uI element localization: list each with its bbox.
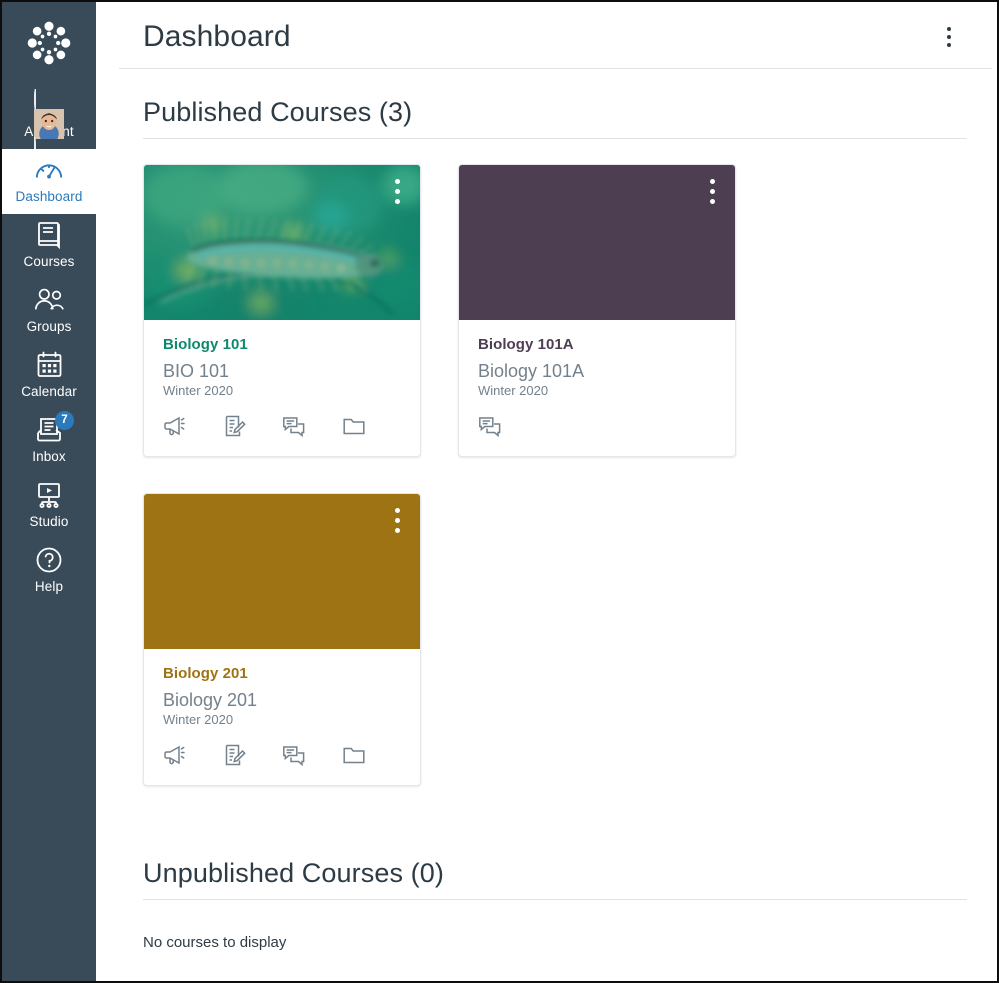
kebab-dot xyxy=(710,199,715,204)
course-term: Winter 2020 xyxy=(163,712,234,727)
calendar-icon xyxy=(36,351,63,381)
course-card-options-button[interactable] xyxy=(710,179,715,204)
course-title-link[interactable]: Biology 201 xyxy=(163,665,401,682)
announcements-icon[interactable] xyxy=(163,412,223,440)
kebab-dot xyxy=(395,508,400,513)
course-card-header[interactable] xyxy=(144,165,420,320)
discussions-icon[interactable] xyxy=(282,741,342,769)
course-code: BIO 101 xyxy=(163,361,230,381)
published-courses-heading: Published Courses (3) xyxy=(143,97,967,139)
inbox-unread-badge: 7 xyxy=(55,411,74,430)
sidebar-item-account[interactable]: Account xyxy=(2,84,96,158)
sidebar-item-groups[interactable]: Groups xyxy=(2,279,96,344)
global-navigation-sidebar: Account Dashboard xyxy=(2,2,96,981)
sidebar-item-label: Inbox xyxy=(32,449,66,464)
kebab-dot xyxy=(395,179,400,184)
sidebar-item-inbox[interactable]: 7 Inbox xyxy=(2,409,96,474)
course-card[interactable]: Biology 101A Biology 101A Winter 2020 xyxy=(458,164,736,457)
kebab-dot xyxy=(395,528,400,533)
files-icon[interactable] xyxy=(342,412,402,440)
course-code: Biology 201 xyxy=(163,690,258,710)
sidebar-item-label: Studio xyxy=(29,514,69,529)
unpublished-courses-section: Unpublished Courses (0) No courses to di… xyxy=(143,858,967,951)
page-title: Dashboard xyxy=(143,20,291,53)
page-header: Dashboard xyxy=(119,2,992,69)
sidebar-item-label: Courses xyxy=(23,254,75,269)
course-card-actions xyxy=(144,727,420,785)
kebab-dot xyxy=(395,199,400,204)
avatar xyxy=(34,89,64,158)
sidebar-item-dashboard[interactable]: Dashboard xyxy=(2,149,96,214)
help-question-icon xyxy=(35,546,63,576)
sidebar-item-calendar[interactable]: Calendar xyxy=(2,344,96,409)
studio-screen-icon xyxy=(35,481,63,511)
sidebar-item-help[interactable]: Help xyxy=(2,539,96,604)
discussions-icon[interactable] xyxy=(478,412,546,440)
sidebar-item-label: Help xyxy=(34,579,64,594)
unpublished-empty-message: No courses to display xyxy=(143,934,287,951)
kebab-menu-icon[interactable] xyxy=(936,22,962,52)
course-card-body: Biology 201 Biology 201 Winter 2020 xyxy=(144,649,420,727)
files-icon[interactable] xyxy=(342,741,402,769)
groups-people-icon xyxy=(33,286,65,316)
assignments-icon[interactable] xyxy=(223,741,283,769)
assignments-icon[interactable] xyxy=(223,412,283,440)
course-code: Biology 101A xyxy=(478,361,585,381)
sidebar-item-studio[interactable]: Studio xyxy=(2,474,96,539)
kebab-dot xyxy=(947,27,951,31)
canvas-dashboard-window: Account Dashboard xyxy=(0,0,999,983)
course-card[interactable]: Biology 101 BIO 101 Winter 2020 xyxy=(143,164,421,457)
course-card-body: Biology 101A Biology 101A Winter 2020 xyxy=(459,320,735,398)
sidebar-item-label: Calendar xyxy=(21,384,77,399)
kebab-dot xyxy=(947,35,951,39)
dashboard-body: Published Courses (3) Biology 101 BIO 10… xyxy=(96,97,997,951)
dashboard-gauge-icon xyxy=(34,156,64,186)
kebab-dot xyxy=(395,518,400,523)
course-card-body: Biology 101 BIO 101 Winter 2020 xyxy=(144,320,420,398)
kebab-dot xyxy=(395,189,400,194)
kebab-dot xyxy=(947,43,951,47)
course-card-actions xyxy=(144,398,420,456)
kebab-dot xyxy=(710,189,715,194)
unpublished-courses-heading: Unpublished Courses (0) xyxy=(143,858,967,900)
discussions-icon[interactable] xyxy=(282,412,342,440)
course-card-options-button[interactable] xyxy=(395,508,400,533)
course-title-link[interactable]: Biology 101A xyxy=(478,336,716,353)
course-term: Winter 2020 xyxy=(478,383,549,398)
courses-book-icon xyxy=(36,221,62,251)
course-card[interactable]: Biology 201 Biology 201 Winter 2020 xyxy=(143,493,421,786)
course-card-header[interactable] xyxy=(459,165,735,320)
course-term: Winter 2020 xyxy=(163,383,234,398)
course-card-actions xyxy=(459,398,735,456)
published-courses-grid: Biology 101 BIO 101 Winter 2020 Biology … xyxy=(143,164,967,786)
course-card-header[interactable] xyxy=(144,494,420,649)
sidebar-item-label: Groups xyxy=(26,319,72,334)
kebab-dot xyxy=(710,179,715,184)
course-image-caterpillar xyxy=(144,165,420,320)
course-card-options-button[interactable] xyxy=(395,179,400,204)
dashboard-main-content: Dashboard Published Courses (3) Biology … xyxy=(96,2,997,981)
course-title-link[interactable]: Biology 101 xyxy=(163,336,401,353)
sidebar-item-label: Dashboard xyxy=(15,189,83,204)
canvas-logo[interactable] xyxy=(22,16,76,84)
announcements-icon[interactable] xyxy=(163,741,223,769)
sidebar-item-courses[interactable]: Courses xyxy=(2,214,96,279)
